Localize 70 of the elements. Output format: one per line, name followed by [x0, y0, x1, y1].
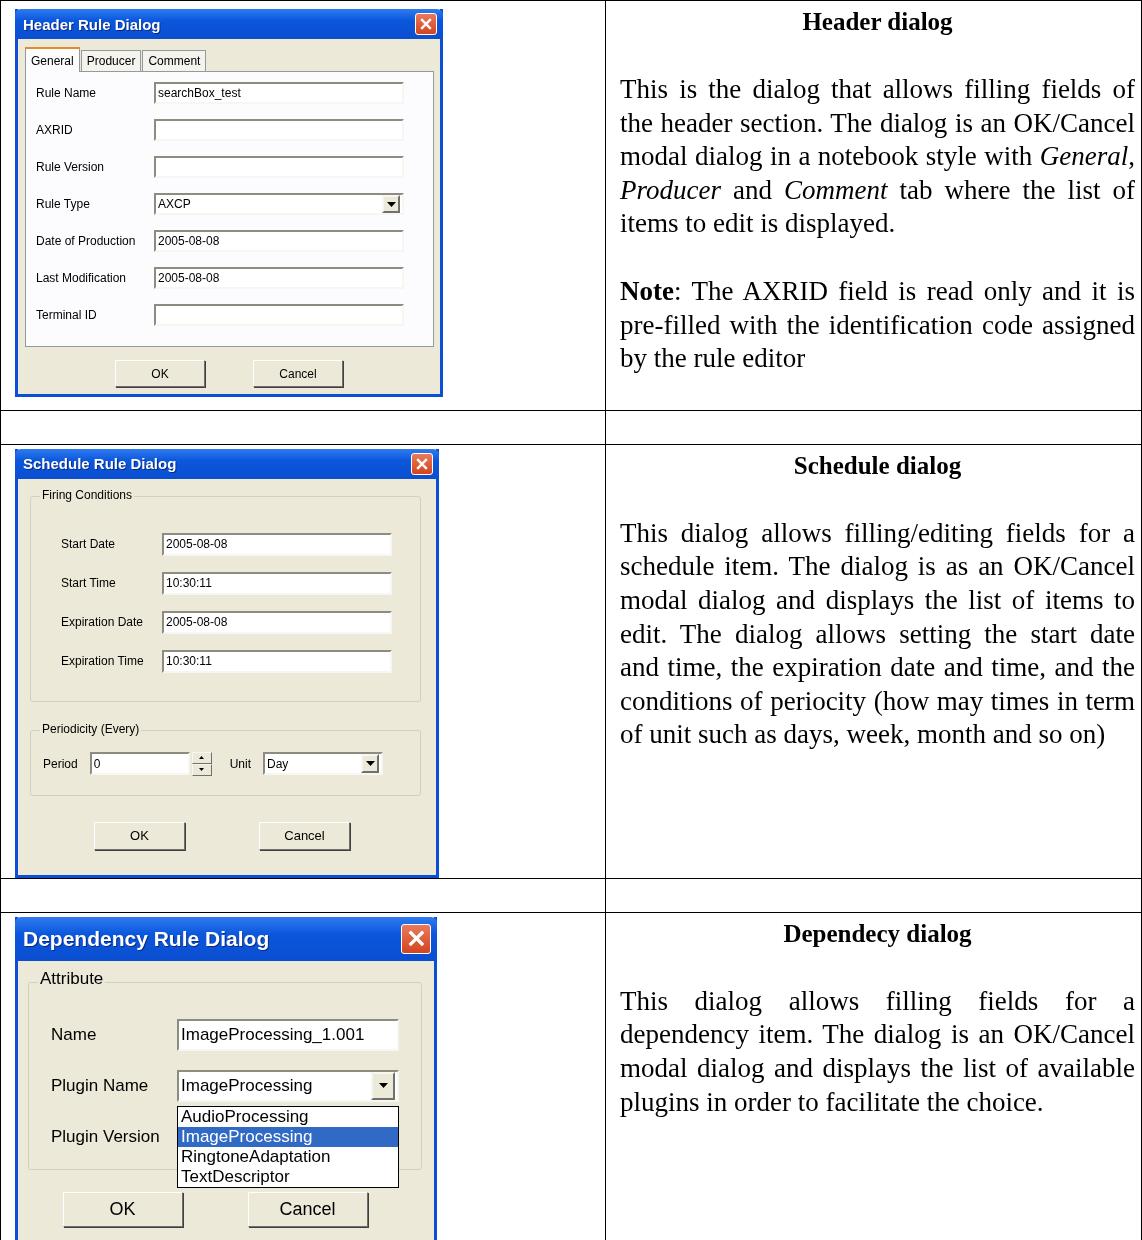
down-arrow-icon — [199, 768, 205, 772]
text-field[interactable] — [154, 156, 404, 178]
dropdown[interactable]: AXCP — [154, 193, 404, 215]
caret-icon — [386, 201, 396, 207]
section-heading: Schedule dialog — [792, 450, 963, 481]
section-heading: Header dialog — [801, 7, 954, 37]
description-text: Note: The AXRID field is read only and it is pre-filled with the identification code assigned by the rule editor — [620, 274, 1135, 376]
field-label: Period — [43, 756, 78, 771]
text-field[interactable]: ImageProcessing_1.001 — [177, 1018, 399, 1051]
close-icon — [407, 930, 425, 948]
tab[interactable]: General — [25, 47, 80, 72]
field-label: Expiration Time — [61, 654, 145, 669]
description-text: This is the dialog that allows filling fields of the header section. The dialog is an OK/Cancel modal dialog in a notebook style with General, Producer and Comment tab where the list of items to edit is displayed. — [620, 73, 1135, 241]
tab[interactable]: Comment — [142, 50, 207, 71]
spin-up-button[interactable] — [191, 751, 212, 764]
dialog-button[interactable]: Cancel — [253, 360, 343, 387]
field-label: Terminal ID — [36, 307, 98, 324]
field-label: AXRID — [36, 122, 74, 139]
dialog-button[interactable]: Cancel — [247, 1191, 368, 1227]
up-arrow-icon — [199, 756, 205, 760]
field-label: Name — [51, 1024, 98, 1045]
dialog-button[interactable]: OK — [94, 821, 185, 850]
dialog-button[interactable]: Cancel — [259, 821, 350, 850]
description-text: This dialog allows filling/editing fields for a schedule item. The dialog is as an OK/Cancel modal dialog and displays the list of items to edit. The dialog allows setting the start date and time, the expiration date and time, and the conditions of periocity (how may times in term of unit such as days, week, month and so on) — [620, 516, 1135, 752]
field-label: Unit — [229, 756, 252, 771]
field-label: Rule Version — [36, 159, 106, 176]
field-label: Date of Production — [36, 233, 137, 250]
field-label: Expiration Date — [61, 615, 145, 630]
dropdown-option[interactable]: TextDescriptor — [178, 1166, 398, 1187]
group-legend: Firing Conditions — [40, 487, 135, 502]
text-field[interactable]: 2005-08-08 — [154, 230, 404, 252]
close-icon — [416, 457, 428, 470]
text-field[interactable] — [154, 119, 404, 141]
text-field[interactable] — [154, 304, 404, 326]
tab[interactable]: Producer — [80, 50, 142, 71]
dropdown-button[interactable] — [382, 195, 400, 213]
dropdown-button[interactable] — [361, 754, 380, 774]
text-field[interactable]: 2005-08-08 — [154, 267, 404, 289]
dropdown-option[interactable]: AudioProcessing — [178, 1106, 398, 1127]
field-label: Rule Name — [36, 85, 98, 102]
dialog-button[interactable]: OK — [115, 360, 205, 387]
dropdown-button[interactable] — [371, 1071, 395, 1100]
text-field[interactable]: 2005-08-08 — [162, 610, 392, 634]
dialog-button[interactable]: OK — [62, 1191, 183, 1227]
text-field[interactable]: 10:30:11 — [162, 571, 392, 595]
text-field[interactable]: 2005-08-08 — [162, 532, 392, 556]
field-label: Start Date — [61, 537, 117, 552]
caret-icon — [365, 761, 375, 767]
dialog-title: Header Rule Dialog — [23, 15, 161, 33]
caret-icon — [378, 1083, 388, 1089]
close-button[interactable] — [401, 923, 431, 954]
close-button[interactable] — [415, 13, 437, 35]
field-label: Plugin Version — [51, 1126, 161, 1147]
dropdown-option[interactable]: ImageProcessing — [178, 1126, 398, 1147]
text-field[interactable]: 10:30:11 — [162, 649, 392, 673]
section-heading: Dependecy dialog — [782, 918, 973, 949]
field-label: Plugin Name — [51, 1075, 150, 1096]
group-legend: Periodicity (Every) — [40, 721, 142, 736]
dialog-title: Schedule Rule Dialog — [23, 455, 177, 473]
close-button[interactable] — [411, 452, 433, 475]
text-field[interactable]: searchBox_test — [154, 82, 404, 104]
field-label: Last Modification — [36, 270, 128, 287]
dialog-title: Dependency Rule Dialog — [23, 926, 270, 951]
close-icon — [420, 18, 432, 30]
dropdown-option[interactable]: RingtoneAdaptation — [178, 1146, 398, 1167]
field-label: Rule Type — [36, 196, 91, 213]
description-text: This dialog allows filling fields for a dependency item. The dialog is an OK/Cancel modal dialog and displays the list of available plugins in order to facilitate the choice. — [620, 984, 1135, 1119]
field-label: Start Time — [61, 576, 117, 591]
number-field[interactable]: 0 — [89, 752, 190, 776]
dropdown[interactable]: Day — [263, 752, 384, 776]
